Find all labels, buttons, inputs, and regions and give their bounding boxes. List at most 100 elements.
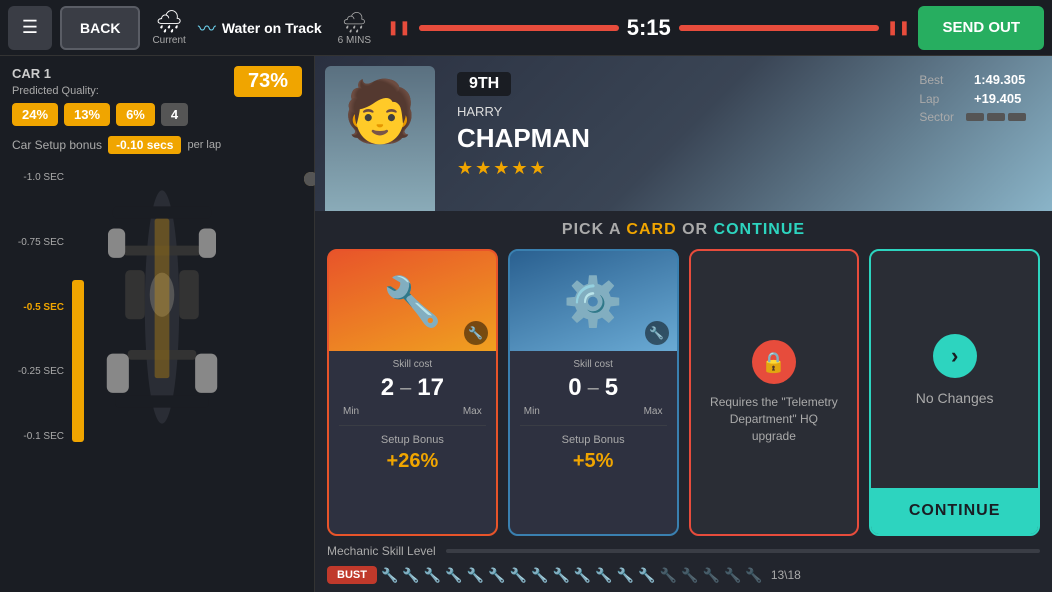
wrench-9: 🔧 [552, 567, 569, 584]
chart-label-2: -0.75 SEC [18, 237, 64, 248]
right-panel: 🧑 9TH HARRY CHAPMAN ★★★★★ Best 1:49.305 … [315, 56, 1052, 592]
no-changes-body: › No Changes [871, 251, 1038, 488]
card-1[interactable]: 🔧 🔧 Skill cost 2 – 17 Min Max Setup [327, 249, 498, 536]
pick-card-pre: PICK A [562, 221, 626, 238]
card-2-skill-min: 0 [568, 374, 581, 402]
card-2[interactable]: ⚙️ 🔧 Skill cost 0 – 5 Min Max Setup [508, 249, 679, 536]
locked-card-body: 🔒 Requires the "Telemetry Department" HQ… [691, 251, 858, 534]
card-2-bonus-value: +5% [520, 450, 667, 473]
weather-next: 🌧 6 MINS [338, 10, 371, 46]
sector-stat-row: Sector [919, 110, 1036, 124]
cards-row: 🔧 🔧 Skill cost 2 – 17 Min Max Setup [315, 249, 1052, 536]
pick-card-header: PICK A CARD OR CONTINUE [315, 211, 1052, 249]
sector-block-2 [987, 113, 1005, 121]
card-4-no-changes[interactable]: › No Changes CONTINUE [869, 249, 1040, 536]
back-button[interactable]: BACK [60, 6, 140, 50]
card-2-image-icon: ⚙️ [563, 273, 623, 330]
weather-track-text: Water on Track [222, 20, 322, 36]
car-setup-row: Car Setup bonus -0.10 secs per lap [12, 136, 302, 154]
sector-block-3 [1008, 113, 1026, 121]
wrench-2: 🔧 [402, 567, 419, 584]
main-content: CAR 1 Predicted Quality: 73% 24% 13% 6% … [0, 56, 1052, 592]
driver-portrait: 🧑 [315, 56, 445, 211]
cloud-icon: 🌧 [342, 10, 367, 35]
send-out-button[interactable]: SEND OUT [918, 6, 1044, 50]
menu-button[interactable]: ☰ [8, 6, 52, 50]
wrench-16: 🔧 [703, 567, 720, 584]
wrench-7: 🔧 [510, 567, 527, 584]
driver-section: 🧑 9TH HARRY CHAPMAN ★★★★★ Best 1:49.305 … [315, 56, 1052, 211]
card-2-bonus-label: Setup Bonus [520, 434, 667, 446]
card-1-skill-label: Skill cost [339, 359, 486, 370]
card-2-body: Skill cost 0 – 5 Min Max Setup Bonus +5% [510, 351, 677, 534]
pick-card-word: CARD [626, 221, 676, 238]
best-stat-row: Best 1:49.305 [919, 72, 1036, 87]
wrench-1: 🔧 [381, 567, 398, 584]
chart-label-5: -0.1 SEC [23, 431, 64, 442]
car-setup-bonus: -0.10 secs [108, 136, 181, 154]
timer-progress-bar [419, 25, 619, 31]
wrench-17: 🔧 [724, 567, 741, 584]
position-badge: 9TH [457, 72, 511, 96]
card-1-bonus-label: Setup Bonus [339, 434, 486, 446]
timer-progress-fill-right [679, 25, 759, 31]
continue-button[interactable]: CONTINUE [871, 488, 1038, 534]
driver-info: 9TH HARRY CHAPMAN ★★★★★ [445, 56, 602, 211]
card-1-bonus-value: +26% [339, 450, 486, 473]
card-1-image-icon: 🔧 [382, 273, 442, 330]
card-1-body: Skill cost 2 – 17 Min Max Setup Bonus +2… [329, 351, 496, 534]
chart-label-1: -1.0 SEC [23, 172, 64, 183]
timer-section: ❚❚ 5:15 ❚❚ [387, 15, 910, 41]
timer-value: 5:15 [627, 15, 671, 41]
card-2-wrench-badge: 🔧 [645, 321, 669, 345]
driver-stars: ★★★★★ [457, 158, 590, 179]
car-image [97, 172, 227, 442]
wrench-18: 🔧 [745, 567, 762, 584]
menu-icon: ☰ [22, 17, 38, 38]
no-changes-label: No Changes [916, 390, 994, 406]
card-1-max-label: Max [463, 406, 482, 417]
setup-chart: -1.0 SEC -0.75 SEC -0.5 SEC -0.25 SEC -0… [12, 162, 302, 452]
chart-label-4: -0.25 SEC [18, 366, 64, 377]
driver-stats: Best 1:49.305 Lap +19.405 Sector [919, 72, 1036, 124]
wrench-10: 🔧 [574, 567, 591, 584]
card-1-skill-min: 2 [381, 374, 394, 402]
stat-badge-3: 6% [116, 103, 155, 126]
wrench-12: 🔧 [617, 567, 634, 584]
car-header: CAR 1 Predicted Quality: 73% [12, 66, 302, 97]
continue-arrow-icon: › [933, 334, 977, 378]
car-info: CAR 1 Predicted Quality: [12, 66, 99, 97]
water-wave-icon: 〰 [198, 15, 216, 41]
wrench-13: 🔧 [638, 567, 655, 584]
wrench-5: 🔧 [467, 567, 484, 584]
top-bar: ☰ BACK 🌧 Current 〰 Water on Track 🌧 6 MI… [0, 0, 1052, 56]
card-2-image: ⚙️ 🔧 [510, 251, 677, 351]
card-1-image: 🔧 🔧 [329, 251, 496, 351]
wrench-3: 🔧 [424, 567, 441, 584]
mechanic-label: Mechanic Skill Level [327, 544, 436, 558]
card-2-min-label: Min [524, 406, 540, 417]
weather-current: 🌧 Current [152, 9, 185, 46]
left-panel: CAR 1 Predicted Quality: 73% 24% 13% 6% … [0, 56, 315, 592]
locked-text: Requires the "Telemetry Department" HQ u… [707, 394, 842, 444]
wrench-4: 🔧 [445, 567, 462, 584]
chart-label-3: -0.5 SEC [23, 302, 64, 313]
wrench-11: 🔧 [595, 567, 612, 584]
card-1-skill-max: 17 [417, 374, 444, 402]
stat-badge-4: 4 [161, 103, 188, 126]
lap-value: +19.405 [951, 91, 1021, 106]
stat-badge-1: 24% [12, 103, 58, 126]
wrench-15: 🔧 [681, 567, 698, 584]
card-2-skill-label: Skill cost [520, 359, 667, 370]
wrench-6: 🔧 [488, 567, 505, 584]
driver-last-name: CHAPMAN [457, 123, 590, 154]
card-2-skill-dash: – [588, 377, 599, 400]
card-3-locked: 🔒 Requires the "Telemetry Department" HQ… [689, 249, 860, 536]
timer-progress-bar-right [679, 25, 879, 31]
sector-block-1 [966, 113, 984, 121]
wrench-row: BUST 🔧 🔧 🔧 🔧 🔧 🔧 🔧 🔧 🔧 🔧 🔧 🔧 🔧 🔧 🔧 🔧 🔧 🔧… [315, 562, 1052, 592]
driver-first-name: HARRY [457, 104, 590, 119]
cloud-rain-icon: 🌧 [155, 9, 183, 35]
best-label: Best [919, 73, 943, 87]
mechanic-row: Mechanic Skill Level [315, 536, 1052, 562]
